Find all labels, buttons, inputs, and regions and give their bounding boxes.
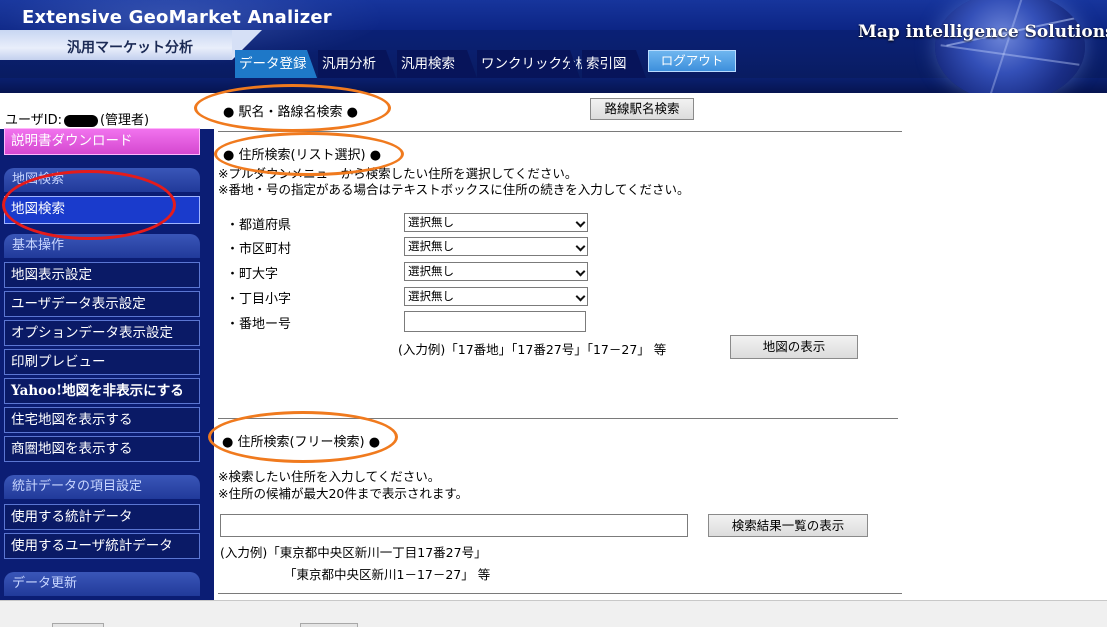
bottom-status-bar	[0, 600, 1107, 627]
search-results-list-button[interactable]: 検索結果一覧の表示	[708, 514, 868, 537]
globe-logo-icon	[935, 0, 1085, 93]
divider	[218, 131, 902, 132]
tab-data-registration[interactable]: データ登録	[235, 50, 317, 78]
manual-download-button[interactable]: 説明書ダウンロード	[4, 128, 200, 155]
brand-text: Map intelligence Solutions	[858, 22, 1107, 42]
user-id-label: ユーザID:	[5, 113, 62, 128]
chevron-down-icon	[575, 241, 586, 252]
free-search-input[interactable]	[220, 514, 688, 537]
sidebar-item-hide-yahoo-map[interactable]: Yahoo!地図を非表示にする	[4, 378, 200, 404]
user-id: ユーザID: (管理者)	[5, 109, 149, 128]
logout-button[interactable]: ログアウト	[648, 50, 736, 72]
prefecture-select-value: 選択無し	[408, 215, 454, 229]
chevron-down-icon	[575, 266, 586, 277]
address-list-note-2: ※番地・号の指定がある場合はテキストボックスに住所の続きを入力してください。	[218, 182, 690, 197]
tab-general-search[interactable]: 汎用検索	[397, 50, 477, 78]
town-select[interactable]: 選択無し	[404, 262, 588, 281]
prefecture-label: ・都道府県	[226, 218, 292, 233]
banchi-label: ・番地ー号	[226, 317, 292, 332]
header-banner: Extensive GeoMarket Analizer 汎用マーケット分析 M…	[0, 0, 1107, 93]
prefecture-select[interactable]: 選択無し	[404, 213, 588, 232]
tab-index-map[interactable]: 索引図	[582, 50, 646, 78]
app-title: Extensive GeoMarket Analizer	[22, 7, 332, 28]
chome-select-value: 選択無し	[408, 289, 454, 303]
sidebar-item-hide-yahoo-map-label: Yahoo!地図を非表示にする	[11, 383, 184, 399]
city-select[interactable]: 選択無し	[404, 237, 588, 256]
app-subtitle: 汎用マーケット分析	[67, 40, 193, 56]
city-label: ・市区町村	[226, 242, 292, 257]
chome-select[interactable]: 選択無し	[404, 287, 588, 306]
sidebar-item-option-data-display-settings[interactable]: オプションデータ表示設定	[4, 320, 200, 346]
sidebar-item-user-stats-data[interactable]: 使用するユーザ統計データ	[4, 533, 200, 559]
town-label: ・町大字	[226, 267, 279, 282]
header-base-band	[0, 78, 1107, 93]
chevron-down-icon	[575, 291, 586, 302]
sidebar-item-show-trade-area-map[interactable]: 商圏地図を表示する	[4, 436, 200, 462]
free-search-example-1: (入力例)「東京都中央区新川一丁目17番27号」	[220, 545, 487, 560]
city-select-value: 選択無し	[408, 239, 454, 253]
free-search-title: ● 住所検索(フリー検索) ●	[222, 435, 381, 450]
sidebar-item-map-display-settings[interactable]: 地図表示設定	[4, 262, 200, 288]
map-display-button[interactable]: 地図の表示	[730, 335, 858, 359]
status-segment	[52, 623, 104, 627]
free-search-example-2: 「東京都中央区新川1－17－27」 等	[284, 567, 491, 582]
free-search-note-2: ※住所の候補が最大20件まで表示されます。	[218, 486, 469, 501]
chevron-down-icon	[575, 217, 586, 228]
app-window: Extensive GeoMarket Analizer 汎用マーケット分析 M…	[0, 0, 1107, 627]
station-search-title: ● 駅名・路線名検索 ●	[223, 105, 358, 120]
redacted-user-name	[63, 114, 98, 127]
banchi-example: (入力例)「17番地」「17番27号」「17－27」 等	[398, 342, 667, 357]
tab-one-click-analysis[interactable]: ワンクリック分析	[477, 50, 589, 78]
sidebar-item-user-data-display-settings[interactable]: ユーザデータ表示設定	[4, 291, 200, 317]
address-list-search-title: ● 住所検索(リスト選択) ●	[223, 148, 382, 163]
tab-general-analysis[interactable]: 汎用分析	[318, 50, 396, 78]
status-segment	[300, 623, 358, 627]
section-stats-settings: 統計データの項目設定	[4, 475, 200, 499]
user-role: (管理者)	[99, 113, 150, 128]
banchi-input[interactable]	[404, 311, 586, 332]
chome-label: ・丁目小字	[226, 292, 292, 307]
town-select-value: 選択無し	[408, 264, 454, 278]
sidebar-item-show-residential-map[interactable]: 住宅地図を表示する	[4, 407, 200, 433]
sidebar-item-map-search[interactable]: 地図検索	[4, 196, 200, 224]
main-content: ● 駅名・路線名検索 ● 路線駅名検索 ● 住所検索(リスト選択) ● ※プルダ…	[214, 93, 1107, 600]
divider	[218, 418, 898, 419]
section-data-update: データ更新	[4, 572, 200, 596]
station-search-button[interactable]: 路線駅名検索	[590, 98, 694, 120]
divider	[218, 593, 902, 594]
section-basic-operations: 基本操作	[4, 234, 200, 258]
sidebar-item-stats-data[interactable]: 使用する統計データ	[4, 504, 200, 530]
section-map-search: 地図検索	[4, 168, 200, 192]
sidebar-item-print-preview[interactable]: 印刷プレビュー	[4, 349, 200, 375]
